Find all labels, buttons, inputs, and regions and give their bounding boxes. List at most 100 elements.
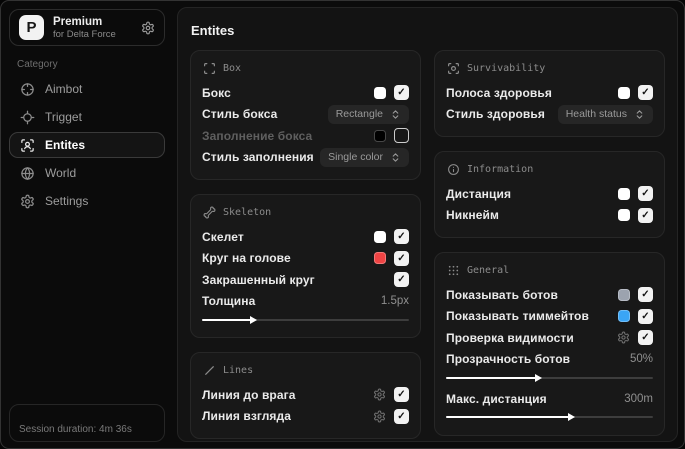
setting-row-health-bar: Полоса здоровья ✓	[446, 82, 653, 104]
color-swatch[interactable]	[374, 129, 386, 142]
color-swatch[interactable]	[618, 209, 630, 222]
setting-label: Толщина	[202, 294, 256, 309]
box-scan-icon	[203, 62, 216, 75]
color-swatch[interactable]	[618, 187, 630, 200]
panel-header-label: Information	[467, 164, 534, 175]
left-column: Box Бокс ✓ Стиль бокса Rectangle Заполне…	[190, 50, 421, 439]
sidebar-item-world[interactable]: World	[9, 160, 165, 186]
dropdown-value: Single color	[328, 151, 383, 164]
checkbox[interactable]: ✓	[638, 330, 653, 346]
info-icon	[447, 163, 460, 176]
setting-label: Стиль бокса	[202, 107, 278, 122]
sidebar-item-entites[interactable]: Entites	[9, 132, 165, 158]
color-swatch[interactable]	[618, 288, 630, 301]
panel-lines: Lines Линия до врага ✓ Линия взгляда ✓	[190, 352, 421, 439]
checkbox[interactable]: ✓	[394, 250, 409, 266]
setting-row-show-bots: Показывать ботов ✓	[446, 284, 653, 306]
setting-row-distance: Дистанция ✓	[446, 183, 653, 205]
chevrons-up-down-icon	[390, 152, 401, 163]
setting-label: Линия до врага	[202, 387, 296, 402]
box-style-dropdown[interactable]: Rectangle	[327, 104, 409, 124]
gear-icon[interactable]	[617, 331, 630, 344]
slider-value: 1.5px	[380, 295, 409, 308]
color-swatch[interactable]	[374, 86, 386, 99]
panel-header: Skeleton	[203, 206, 409, 219]
gear-icon[interactable]	[373, 410, 386, 423]
panel-header: Survivability	[447, 62, 653, 75]
sidebar-item-label: World	[45, 166, 77, 180]
color-swatch[interactable]	[618, 310, 630, 323]
setting-label: Стиль заполнения	[202, 150, 314, 165]
setting-label: Проверка видимости	[446, 330, 574, 345]
slider-thumb[interactable]	[249, 315, 257, 324]
setting-label: Никнейм	[446, 208, 499, 223]
setting-row-thickness: Толщина 1.5px	[202, 291, 409, 313]
checkbox[interactable]: ✓	[394, 272, 409, 288]
setting-label: Скелет	[202, 229, 244, 244]
checkbox[interactable]: ✓	[638, 85, 653, 101]
slider-thumb[interactable]	[568, 413, 576, 421]
chevrons-up-down-icon	[634, 109, 645, 120]
setting-row-view-line: Линия взгляда ✓	[202, 406, 409, 428]
page-title: Entites	[191, 23, 235, 38]
setting-row-health-style: Стиль здоровья Health status	[446, 104, 653, 126]
panel-general: General Показывать ботов ✓ Показывать ти…	[434, 252, 665, 436]
gear-icon[interactable]	[373, 388, 386, 401]
setting-row-box-fill: Заполнение бокса	[202, 125, 409, 147]
setting-label: Круг на голове	[202, 251, 291, 266]
sidebar: P Premium for Delta Force Category Aimbo…	[1, 1, 173, 448]
setting-row-enemy-line: Линия до врага ✓	[202, 384, 409, 406]
setting-row-box-enabled: Бокс ✓	[202, 82, 409, 104]
sidebar-item-label: Aimbot	[45, 82, 83, 96]
panel-columns: Box Бокс ✓ Стиль бокса Rectangle Заполне…	[190, 50, 665, 439]
slider-fill	[446, 373, 543, 382]
checkbox[interactable]: ✓	[394, 387, 409, 403]
setting-label: Прозрачность ботов	[446, 352, 571, 367]
session-duration: Session duration: 4m 36s	[19, 424, 132, 435]
setting-label: Показывать ботов	[446, 287, 558, 302]
checkbox[interactable]: ✓	[638, 186, 653, 202]
panel-header-label: General	[467, 265, 510, 276]
setting-row-fill-style: Стиль заполнения Single color	[202, 147, 409, 169]
dropdown-value: Rectangle	[335, 108, 383, 121]
checkbox[interactable]: ✓	[638, 287, 653, 303]
setting-label: Бокс	[202, 85, 231, 100]
panel-header: Box	[203, 62, 409, 75]
color-swatch[interactable]	[374, 252, 386, 265]
thickness-slider[interactable]	[202, 315, 409, 324]
brand-card: P Premium for Delta Force	[9, 9, 165, 46]
locate-icon	[20, 110, 35, 125]
app-window: P Premium for Delta Force Category Aimbo…	[0, 0, 685, 449]
panel-survivability: Survivability Полоса здоровья ✓ Стиль зд…	[434, 50, 665, 137]
panel-box: Box Бокс ✓ Стиль бокса Rectangle Заполне…	[190, 50, 421, 180]
sidebar-item-settings[interactable]: Settings	[9, 188, 165, 214]
checkbox[interactable]	[394, 128, 409, 144]
checkbox[interactable]: ✓	[394, 229, 409, 245]
panel-header-label: Skeleton	[223, 207, 272, 218]
panel-skeleton: Skeleton Скелет ✓ Круг на голове ✓ Закра…	[190, 194, 421, 338]
sidebar-item-aimbot[interactable]: Aimbot	[9, 76, 165, 102]
slider-thumb[interactable]	[535, 373, 543, 382]
brand-title: Premium	[53, 15, 103, 28]
checkbox[interactable]: ✓	[394, 85, 409, 101]
color-swatch[interactable]	[618, 86, 630, 99]
gear-icon	[20, 194, 35, 209]
globe-icon	[20, 166, 35, 181]
health-style-dropdown[interactable]: Health status	[557, 104, 653, 124]
brand-logo: P	[19, 15, 44, 40]
bone-icon	[203, 206, 216, 219]
main-panel: Entites Box Бокс ✓ Стиль бокса Rectangle…	[177, 7, 678, 442]
bot-opacity-slider[interactable]	[446, 373, 653, 382]
sidebar-item-trigget[interactable]: Trigget	[9, 104, 165, 130]
max-distance-slider[interactable]	[446, 413, 653, 422]
checkbox[interactable]: ✓	[638, 308, 653, 324]
color-swatch[interactable]	[374, 230, 386, 243]
checkbox[interactable]: ✓	[394, 408, 409, 424]
setting-label: Дистанция	[446, 186, 512, 201]
gear-icon[interactable]	[141, 21, 155, 35]
checkbox[interactable]: ✓	[638, 207, 653, 223]
panel-information: Information Дистанция ✓ Никнейм ✓	[434, 151, 665, 238]
panel-header: Information	[447, 163, 653, 176]
slider-fill	[202, 315, 257, 324]
fill-style-dropdown[interactable]: Single color	[320, 147, 409, 167]
